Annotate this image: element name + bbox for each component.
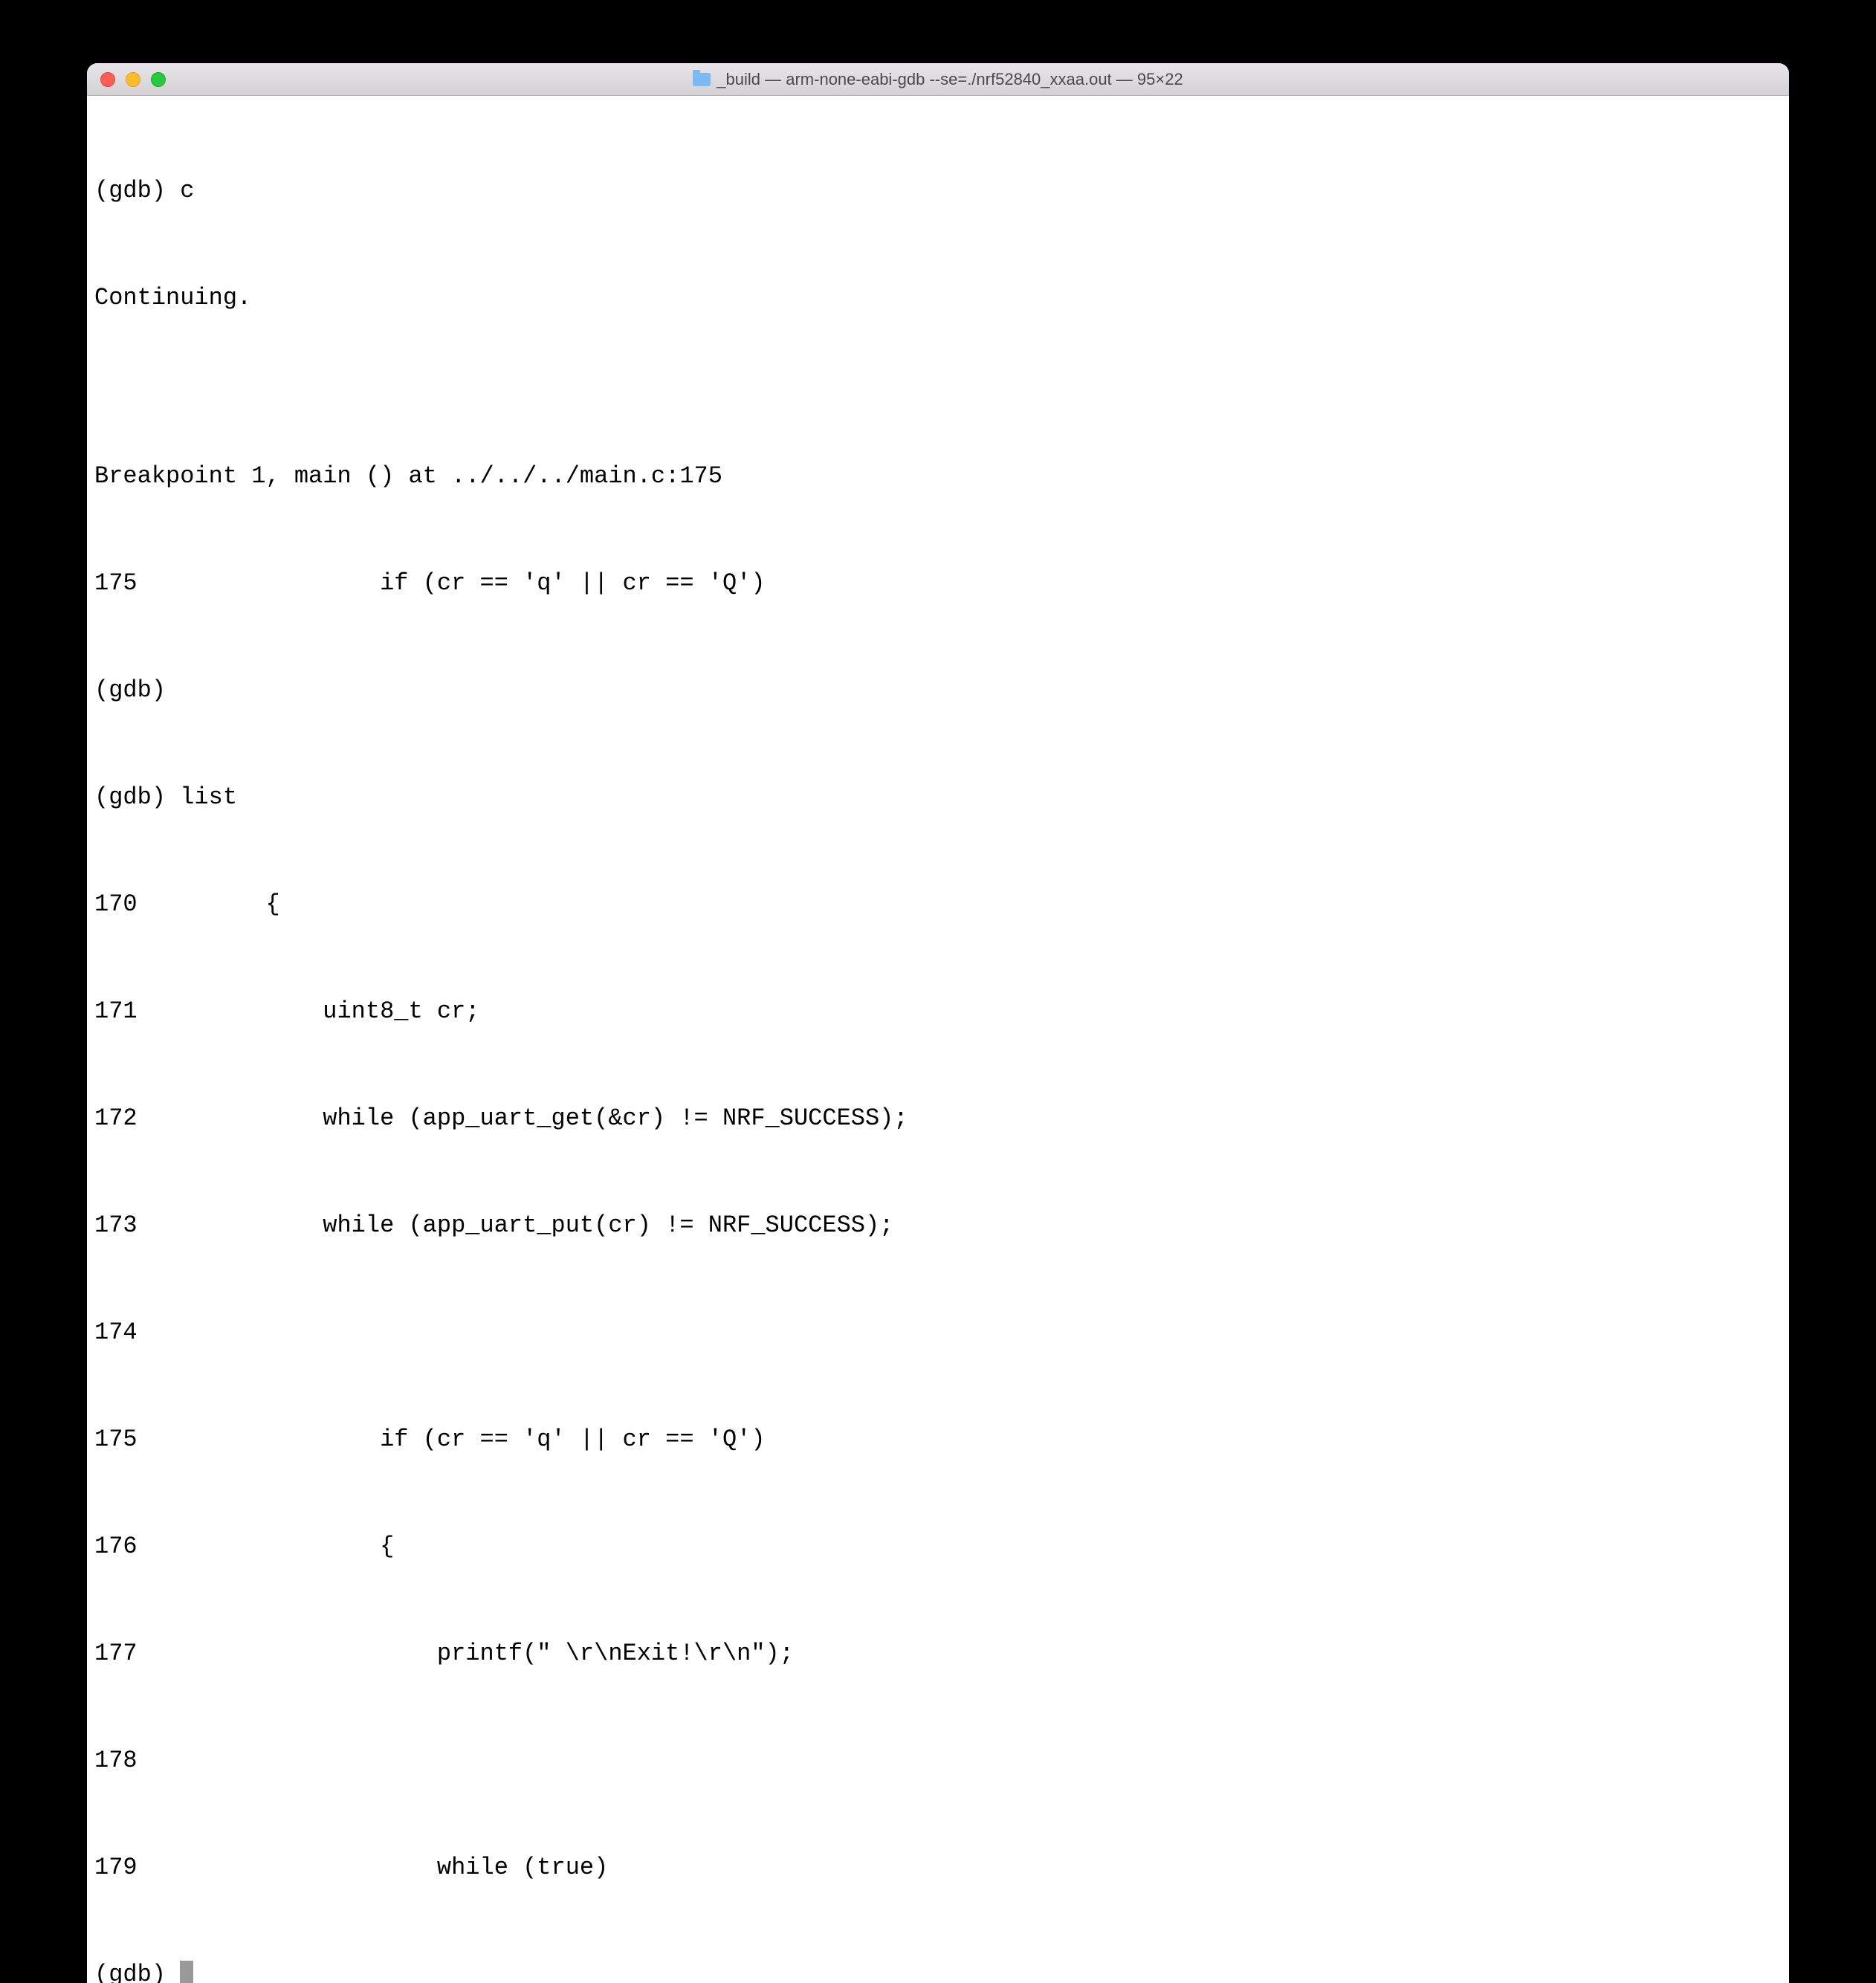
terminal-line: 176 { — [94, 1529, 1782, 1565]
terminal-window: _build — arm-none-eabi-gdb --se=./nrf528… — [87, 63, 1789, 1983]
terminal-content[interactable]: (gdb) c Continuing. Breakpoint 1, main (… — [87, 96, 1789, 1983]
terminal-line: (gdb) — [94, 673, 1782, 708]
terminal-line: 173 while (app_uart_put(cr) != NRF_SUCCE… — [94, 1208, 1782, 1243]
maximize-button[interactable] — [151, 72, 166, 87]
terminal-line: 175 if (cr == 'q' || cr == 'Q') — [94, 566, 1782, 601]
terminal-line: (gdb) list — [94, 780, 1782, 815]
terminal-line: (gdb) c — [94, 173, 1782, 209]
title-wrap: _build — arm-none-eabi-gdb --se=./nrf528… — [87, 70, 1789, 89]
terminal-line: 177 printf(" \r\nExit!\r\n"); — [94, 1636, 1782, 1672]
window-title: _build — arm-none-eabi-gdb --se=./nrf528… — [717, 70, 1183, 89]
terminal-line: Breakpoint 1, main () at ../../../main.c… — [94, 459, 1782, 494]
terminal-line: 174 — [94, 1315, 1782, 1350]
terminal-line: 170 { — [94, 887, 1782, 922]
terminal-line: 178 — [94, 1743, 1782, 1779]
terminal-line: 179 while (true) — [94, 1850, 1782, 1886]
close-button[interactable] — [100, 72, 115, 87]
terminal-prompt-line: (gdb) — [94, 1957, 1782, 1983]
traffic-lights — [87, 72, 166, 87]
terminal-line: Continuing. — [94, 280, 1782, 316]
terminal-line: 172 while (app_uart_get(&cr) != NRF_SUCC… — [94, 1101, 1782, 1136]
folder-icon — [693, 73, 711, 86]
minimize-button[interactable] — [126, 72, 140, 87]
cursor — [180, 1961, 193, 1983]
terminal-line: 171 uint8_t cr; — [94, 994, 1782, 1029]
terminal-line: 175 if (cr == 'q' || cr == 'Q') — [94, 1422, 1782, 1458]
titlebar: _build — arm-none-eabi-gdb --se=./nrf528… — [87, 63, 1789, 96]
gdb-prompt: (gdb) — [94, 1961, 180, 1983]
